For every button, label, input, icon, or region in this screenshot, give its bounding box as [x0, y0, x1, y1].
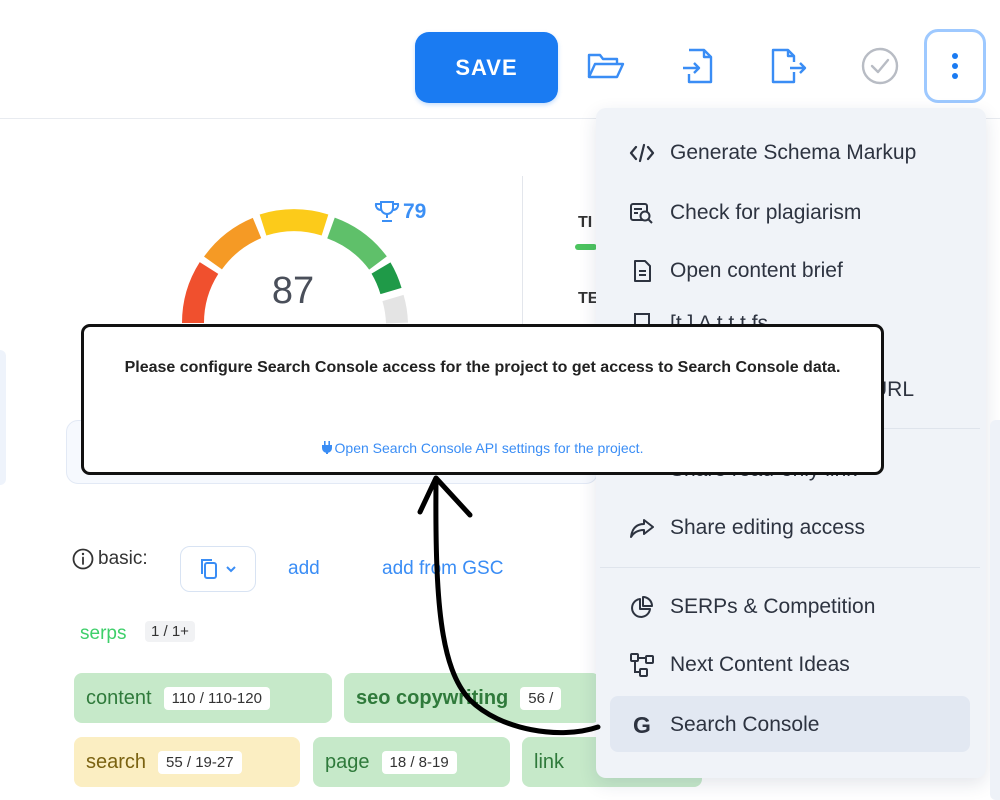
more-options-button[interactable]: [924, 29, 986, 103]
basic-keywords-label: basic:: [72, 548, 148, 570]
keyword-chip[interactable]: page 18 / 8-19: [313, 737, 510, 787]
keyword-chip-label: seo copywriting: [356, 686, 509, 709]
menu-item-open-content-brief[interactable]: Open content brief: [628, 251, 843, 291]
content-score: 87: [271, 270, 315, 312]
basic-label: basic:: [98, 548, 148, 569]
menu-item-label: SERPs & Competition: [670, 595, 876, 618]
search-console-tooltip: Please configure Search Console access f…: [81, 324, 884, 475]
peek-progress-1: [575, 244, 597, 250]
info-icon: [72, 548, 94, 570]
flow-icon: [628, 651, 656, 679]
search-console-settings-link[interactable]: Open Search Console API settings for the…: [84, 440, 881, 457]
target-score: 79: [374, 200, 426, 224]
plug-icon: [321, 441, 332, 457]
check-circle-icon[interactable]: [858, 44, 902, 88]
google-g-icon: G: [633, 711, 651, 738]
file-export-icon[interactable]: [766, 44, 810, 88]
add-from-gsc-link[interactable]: add from GSC: [382, 558, 503, 580]
copy-icon: [201, 559, 217, 579]
keyword-chip[interactable]: content 110 / 110-120: [74, 673, 332, 723]
serps-label: serps: [80, 623, 127, 644]
add-keyword-link[interactable]: add: [288, 558, 320, 580]
menu-item-share-editing[interactable]: Share editing access: [628, 508, 865, 548]
target-score-value: 79: [403, 200, 427, 223]
menu-item-generate-schema[interactable]: Generate Schema Markup: [628, 133, 916, 173]
scrollbar[interactable]: [990, 420, 1000, 800]
share-arrow-icon: [628, 514, 656, 542]
code-icon: [628, 139, 656, 167]
menu-item-label: Share editing access: [670, 516, 865, 539]
keyword-chip-label: search: [86, 750, 147, 773]
menu-item-label: Open content brief: [670, 259, 843, 282]
menu-item-label: Generate Schema Markup: [670, 141, 917, 164]
menu-item-label: Check for plagiarism: [670, 201, 862, 224]
menu-item-next-content-ideas[interactable]: Next Content Ideas: [628, 645, 850, 685]
keyword-chip[interactable]: seo copywriting 56 /: [344, 673, 600, 723]
plagiarism-icon: [628, 199, 656, 227]
menu-item-search-console[interactable]: G Search Console: [628, 705, 819, 745]
tooltip-link-text: Open Search Console API settings for the…: [334, 440, 644, 456]
pie-chart-icon: [628, 593, 656, 621]
keyword-chip-label: page: [325, 750, 370, 773]
keyword-chip[interactable]: search 55 / 19-27: [74, 737, 300, 787]
keyword-chip-count: 56 /: [520, 686, 562, 710]
document-icon: [628, 257, 656, 285]
more-vertical-icon: [952, 53, 958, 79]
left-panel-edge: [0, 350, 6, 485]
menu-item-label: Search Console: [670, 713, 820, 736]
peek-label-1: TI: [578, 214, 593, 231]
menu-item-check-plagiarism[interactable]: Check for plagiarism: [628, 193, 861, 233]
folder-open-icon[interactable]: [584, 44, 628, 88]
tooltip-message: Please configure Search Console access f…: [124, 359, 841, 376]
save-button[interactable]: SAVE: [415, 32, 558, 103]
trophy-icon: [374, 201, 400, 222]
serps-count: 1 / 1+: [145, 621, 195, 642]
file-import-icon[interactable]: [676, 44, 720, 88]
keyword-chip-label: content: [86, 686, 152, 709]
keyword-chip-label: link: [534, 750, 565, 773]
keyword-chip-count: 110 / 110-120: [163, 686, 270, 710]
menu-divider: [600, 567, 980, 568]
copy-dropdown[interactable]: [180, 546, 256, 592]
menu-item-label: Next Content Ideas: [670, 653, 850, 676]
menu-item-serps-competition[interactable]: SERPs & Competition: [628, 587, 875, 627]
chevron-down-icon: [226, 566, 236, 573]
keyword-chip-count: 18 / 8-19: [381, 750, 457, 774]
keyword-chip-count: 55 / 19-27: [158, 750, 242, 774]
